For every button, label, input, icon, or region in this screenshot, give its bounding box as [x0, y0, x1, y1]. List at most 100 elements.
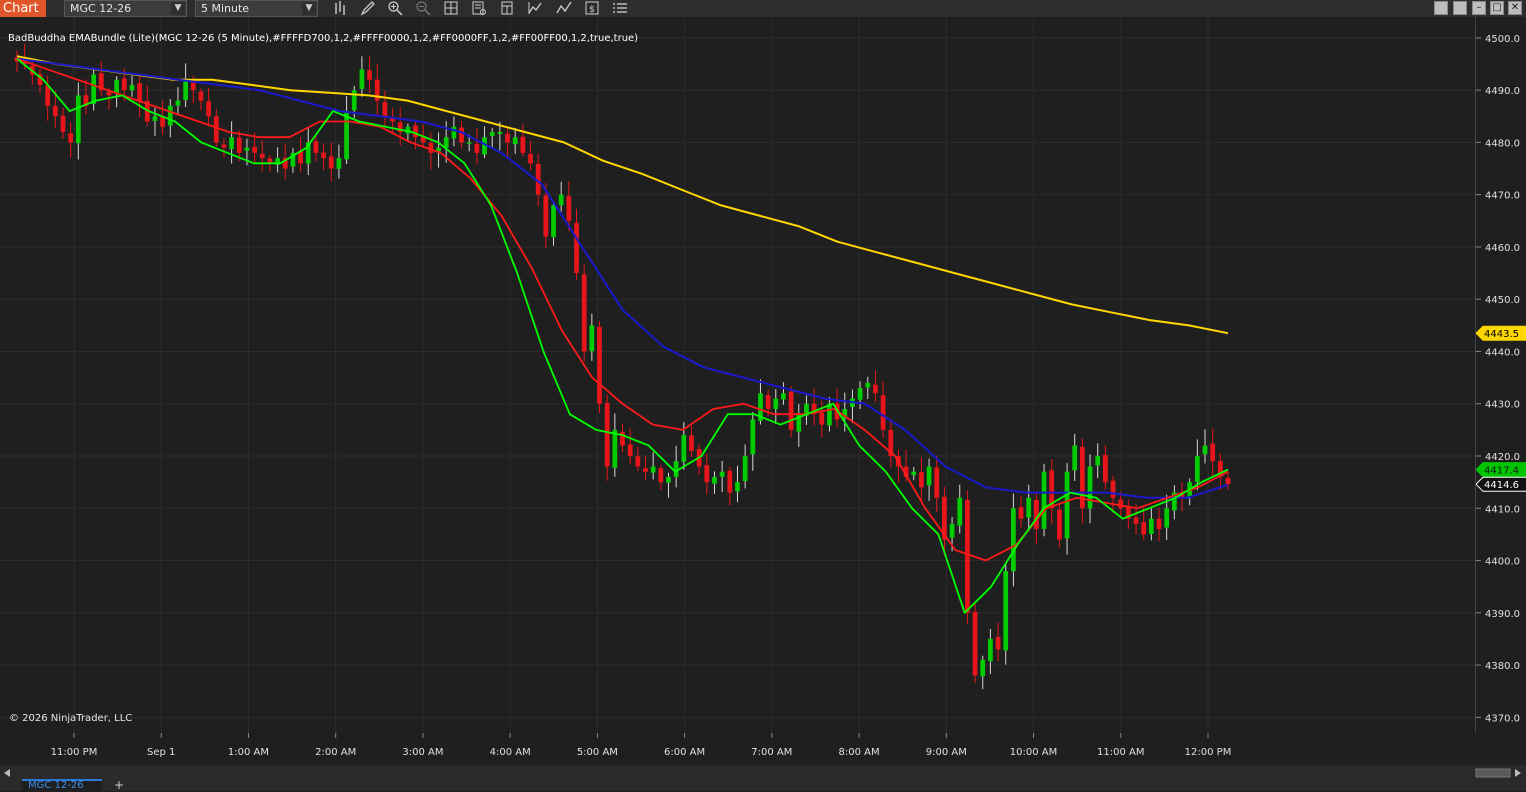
list-icon[interactable] [612, 0, 628, 16]
text-icon[interactable]: $ [584, 0, 600, 16]
candle-down [1018, 506, 1024, 519]
price-label: 4500.0 [1485, 34, 1520, 45]
scroll-thumb[interactable] [1475, 768, 1511, 778]
time-label: Sep 1 [147, 747, 175, 758]
candle-down [543, 195, 549, 237]
candle-down [1225, 477, 1231, 485]
price-axis[interactable]: 4500.0 4490.0 4480.0 4470.0 4460.0 4450.0 4440… [1475, 17, 1526, 733]
candle-down [597, 326, 602, 404]
candle-down [367, 70, 372, 80]
price-label: 4410.0 [1485, 504, 1520, 515]
gold-ema-price-marker-text: 4443.5 [1484, 329, 1519, 340]
properties-icon[interactable] [499, 0, 515, 16]
instrument-selector[interactable]: MGC 12-26 ▼ [64, 0, 187, 17]
horizontal-scrollbar[interactable] [0, 765, 1526, 779]
candle-up [551, 205, 556, 238]
zoom-in-icon[interactable] [387, 0, 403, 16]
candle-up [443, 137, 449, 148]
candle-up [1041, 471, 1047, 529]
price-label: 4390.0 [1485, 609, 1520, 620]
candle-down [972, 611, 978, 676]
candle-down [727, 470, 733, 493]
candle-up [650, 466, 656, 473]
gold-ema-price-marker: 4443.5 [1475, 325, 1526, 341]
last-price-marker: 4414.6 [1475, 476, 1526, 492]
candle-up [735, 482, 740, 492]
candle-up [344, 111, 349, 160]
candle-down [1210, 443, 1216, 462]
candle-up [926, 466, 932, 486]
candle-down [1102, 454, 1108, 483]
bar-type-icon[interactable] [333, 0, 349, 16]
price-chart [0, 17, 1475, 733]
candle-up [1095, 456, 1101, 466]
candle-up [742, 456, 748, 482]
price-label: 4420.0 [1485, 452, 1520, 463]
candle-down [627, 444, 633, 457]
candle-down [520, 136, 526, 153]
candle-down [689, 435, 694, 451]
candle-down [1141, 522, 1147, 535]
candle-up [719, 471, 725, 477]
scroll-left-icon[interactable] [4, 769, 10, 777]
chevron-down-icon[interactable]: ▼ [171, 2, 185, 15]
candle-down [328, 156, 334, 169]
time-label: 12:00 PM [1185, 747, 1232, 758]
green-ema-price-marker: 4417.4 [1475, 462, 1526, 478]
candle-down [934, 467, 940, 498]
candle-down [873, 384, 878, 394]
data-box-icon[interactable] [471, 0, 487, 16]
scroll-right-icon[interactable] [1515, 769, 1521, 777]
candle-down [68, 133, 74, 143]
candle-up [167, 105, 173, 126]
interval-selector[interactable]: 5 Minute ▼ [195, 0, 318, 17]
candle-up [988, 638, 993, 662]
candle-up [183, 79, 188, 100]
minimize-icon[interactable]: – [1472, 1, 1486, 15]
candle-down [321, 152, 326, 159]
price-label: 4380.0 [1485, 661, 1520, 672]
svg-text:$: $ [589, 5, 595, 15]
draw-pencil-icon[interactable] [360, 0, 376, 16]
tile-icon[interactable] [1434, 1, 1448, 15]
candle-down [604, 402, 610, 467]
candle-down [880, 395, 886, 430]
candle-down [313, 141, 319, 153]
candle-down [137, 83, 143, 101]
price-label: 4460.0 [1485, 243, 1520, 254]
candle-up [589, 325, 595, 352]
maximize-icon[interactable]: □ [1490, 1, 1504, 15]
candle-down [1034, 499, 1039, 530]
chart-title-tab[interactable]: Chart [0, 0, 46, 17]
ema-green-line [16, 58, 1229, 614]
candle-down [788, 391, 794, 430]
candle-down [919, 472, 924, 488]
candle-up [1148, 518, 1154, 534]
price-label: 4370.0 [1485, 713, 1520, 724]
candle-up [489, 131, 495, 136]
candle-up [712, 476, 717, 484]
time-label: 3:00 AM [402, 747, 443, 758]
instrument-tab[interactable]: MGC 12-26 [22, 779, 102, 791]
candle-down [765, 395, 771, 409]
candle-up [75, 95, 81, 144]
candle-down [643, 468, 648, 472]
price-panel[interactable] [0, 17, 1475, 733]
candle-up [244, 147, 250, 151]
chevron-down-icon[interactable]: ▼ [302, 2, 316, 15]
candle-up [1087, 466, 1093, 509]
indicators-icon[interactable] [527, 0, 543, 16]
candle-down [819, 412, 825, 425]
close-icon[interactable]: ✕ [1508, 1, 1522, 15]
candle-up [781, 393, 786, 400]
candle-down [213, 116, 219, 143]
crosshair-icon[interactable] [443, 0, 459, 16]
cascade-icon[interactable] [1453, 1, 1467, 15]
time-label: 11:00 PM [51, 747, 98, 758]
zoom-out-icon[interactable] [415, 0, 431, 16]
candle-up [497, 131, 503, 134]
add-tab-icon[interactable]: + [110, 779, 128, 791]
time-axis[interactable]: 11:00 PM Sep 1 1:00 AM 2:00 AM 3:00 AM 4:00 A… [0, 733, 1475, 765]
strategies-icon[interactable] [556, 0, 572, 16]
candle-up [750, 419, 756, 455]
